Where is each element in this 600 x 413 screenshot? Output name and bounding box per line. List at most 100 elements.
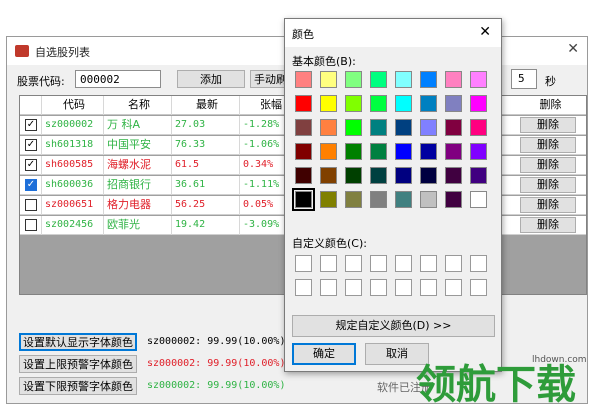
- custom-color-slot[interactable]: [395, 255, 412, 272]
- color-swatch[interactable]: [420, 95, 437, 112]
- color-swatch[interactable]: [320, 95, 337, 112]
- color-swatch[interactable]: [470, 95, 487, 112]
- set-default-color-button[interactable]: 设置默认显示字体颜色: [19, 333, 137, 351]
- color-swatch[interactable]: [345, 143, 362, 160]
- custom-color-slot[interactable]: [395, 279, 412, 296]
- custom-color-slot[interactable]: [420, 255, 437, 272]
- color-swatch[interactable]: [370, 119, 387, 136]
- color-swatch[interactable]: [295, 119, 312, 136]
- set-upper-alert-color-button[interactable]: 设置上限预警字体颜色: [19, 355, 137, 373]
- color-swatch[interactable]: [445, 143, 462, 160]
- color-swatch[interactable]: [445, 191, 462, 208]
- color-swatch[interactable]: [395, 71, 412, 88]
- color-swatch[interactable]: [320, 119, 337, 136]
- color-swatch[interactable]: [320, 191, 337, 208]
- color-swatch[interactable]: [445, 71, 462, 88]
- set-lower-alert-color-button[interactable]: 设置下限预警字体颜色: [19, 377, 137, 395]
- checkbox-cell: ✓: [20, 116, 42, 135]
- row-checkbox[interactable]: ✓: [25, 139, 37, 151]
- name-cell: 中国平安: [104, 136, 172, 155]
- custom-color-slot[interactable]: [295, 279, 312, 296]
- color-swatch[interactable]: [345, 191, 362, 208]
- row-checkbox[interactable]: ✓: [25, 179, 37, 191]
- color-swatch[interactable]: [470, 119, 487, 136]
- color-swatch[interactable]: [320, 143, 337, 160]
- color-swatch[interactable]: [345, 119, 362, 136]
- color-swatch[interactable]: [320, 167, 337, 184]
- delete-row-button[interactable]: 删除: [520, 197, 576, 213]
- color-swatch[interactable]: [320, 71, 337, 88]
- row-checkbox[interactable]: ✓: [25, 159, 37, 171]
- color-swatch[interactable]: [395, 167, 412, 184]
- price-cell: 36.61: [172, 176, 240, 195]
- color-swatch[interactable]: [420, 167, 437, 184]
- header-blank: [20, 96, 42, 115]
- ok-button[interactable]: 确定: [292, 343, 356, 365]
- custom-color-slot[interactable]: [470, 279, 487, 296]
- manual-refresh-button[interactable]: 手动刷: [250, 70, 286, 88]
- row-checkbox[interactable]: [25, 219, 37, 231]
- delete-row-button[interactable]: 删除: [520, 217, 576, 233]
- color-swatch[interactable]: [370, 191, 387, 208]
- row-checkbox[interactable]: [25, 199, 37, 211]
- app-icon: [15, 45, 29, 57]
- color-swatch-selected[interactable]: [292, 188, 315, 211]
- custom-color-slot[interactable]: [470, 255, 487, 272]
- color-swatch[interactable]: [345, 71, 362, 88]
- color-swatch[interactable]: [295, 95, 312, 112]
- color-swatch[interactable]: [370, 167, 387, 184]
- color-dialog-close-icon[interactable]: ✕: [479, 24, 491, 40]
- color-swatch[interactable]: [370, 71, 387, 88]
- color-swatch[interactable]: [420, 71, 437, 88]
- color-swatch[interactable]: [445, 119, 462, 136]
- delete-row-button[interactable]: 删除: [520, 117, 576, 133]
- color-swatch[interactable]: [420, 191, 437, 208]
- custom-color-slot[interactable]: [345, 279, 362, 296]
- close-icon[interactable]: ✕: [567, 41, 579, 57]
- color-swatch[interactable]: [470, 71, 487, 88]
- add-button[interactable]: 添加: [177, 70, 245, 88]
- custom-color-slot[interactable]: [295, 255, 312, 272]
- color-swatch[interactable]: [445, 95, 462, 112]
- color-swatch[interactable]: [295, 143, 312, 160]
- custom-color-slot[interactable]: [345, 255, 362, 272]
- custom-color-slot[interactable]: [370, 279, 387, 296]
- refresh-interval-input[interactable]: 5: [511, 69, 537, 89]
- color-swatch[interactable]: [295, 167, 312, 184]
- define-custom-colors-button[interactable]: 规定自定义颜色(D) >>: [292, 315, 495, 337]
- stock-code-input[interactable]: 000002: [75, 70, 161, 88]
- custom-color-slot[interactable]: [445, 255, 462, 272]
- color-swatch[interactable]: [470, 167, 487, 184]
- color-swatch[interactable]: [420, 143, 437, 160]
- checkbox-cell: [20, 196, 42, 215]
- color-swatch[interactable]: [445, 167, 462, 184]
- color-swatch[interactable]: [395, 95, 412, 112]
- custom-color-slot[interactable]: [420, 279, 437, 296]
- checkbox-cell: ✓: [20, 176, 42, 195]
- color-dialog: 颜色 ✕ 基本颜色(B): 自定义颜色(C): 规定自定义颜色(D) >> 确定…: [284, 18, 502, 372]
- delete-row-button[interactable]: 删除: [520, 137, 576, 153]
- color-swatch[interactable]: [395, 143, 412, 160]
- column-header-delete: 删除: [539, 98, 562, 111]
- code-cell: sh601318: [42, 136, 104, 155]
- delete-row-button[interactable]: 删除: [520, 177, 576, 193]
- code-cell: sz000651: [42, 196, 104, 215]
- delete-row-button[interactable]: 删除: [520, 157, 576, 173]
- color-swatch[interactable]: [470, 191, 487, 208]
- custom-color-slot[interactable]: [370, 255, 387, 272]
- color-swatch[interactable]: [345, 167, 362, 184]
- custom-color-slot[interactable]: [445, 279, 462, 296]
- row-checkbox[interactable]: ✓: [25, 119, 37, 131]
- price-cell: 61.5: [172, 156, 240, 175]
- color-swatch[interactable]: [395, 119, 412, 136]
- color-swatch[interactable]: [395, 191, 412, 208]
- color-swatch[interactable]: [470, 143, 487, 160]
- color-swatch[interactable]: [295, 71, 312, 88]
- color-swatch[interactable]: [420, 119, 437, 136]
- custom-color-slot[interactable]: [320, 255, 337, 272]
- color-swatch[interactable]: [370, 143, 387, 160]
- color-swatch[interactable]: [370, 95, 387, 112]
- name-cell: 招商银行: [104, 176, 172, 195]
- color-swatch[interactable]: [345, 95, 362, 112]
- custom-color-slot[interactable]: [320, 279, 337, 296]
